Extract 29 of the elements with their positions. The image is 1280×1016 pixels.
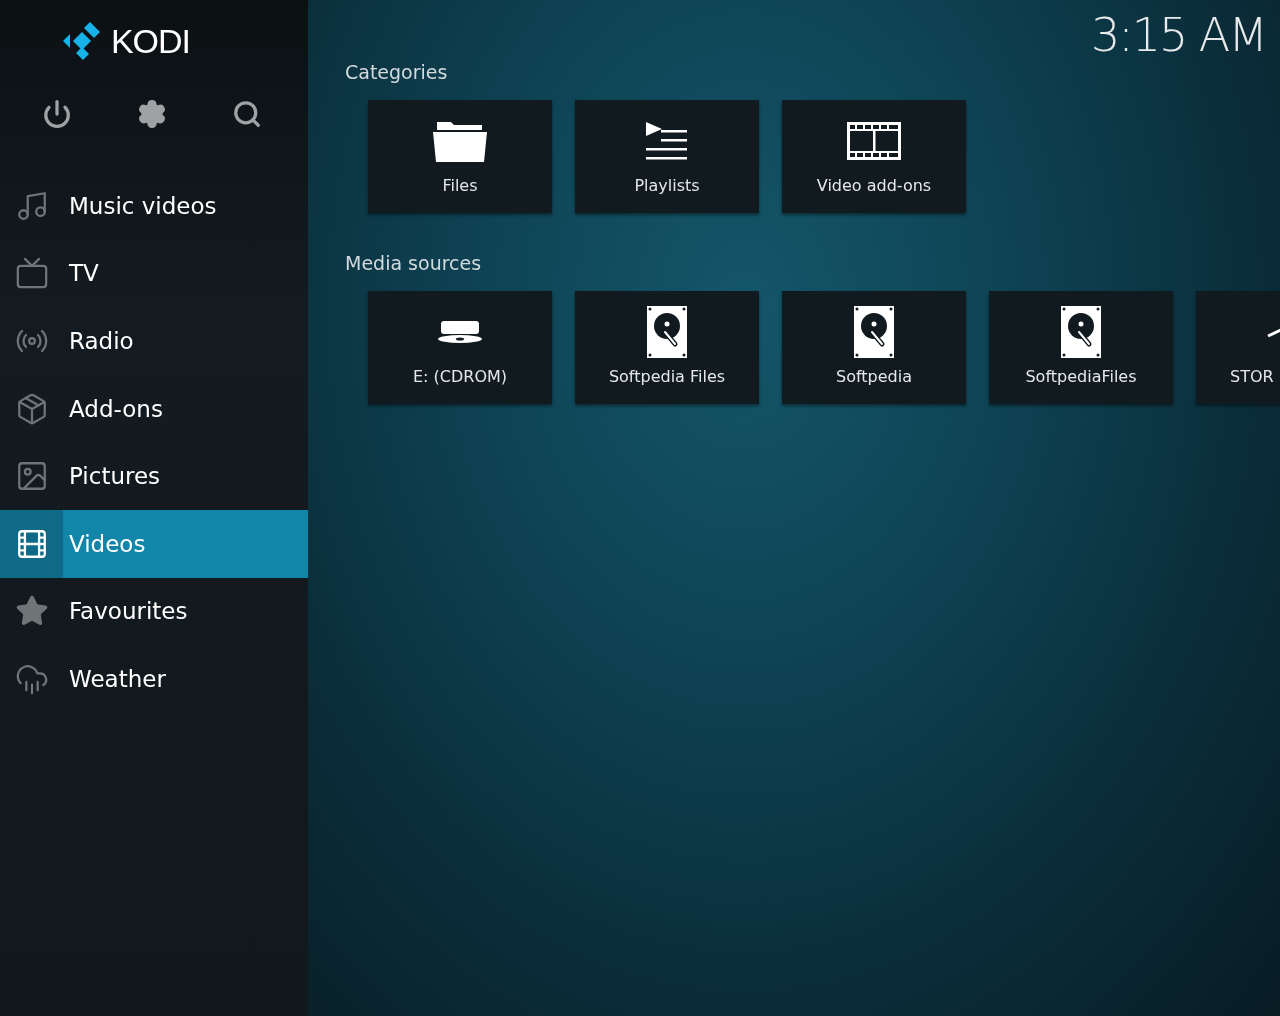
menu-item[interactable]: Music videos: [0, 172, 308, 240]
disc-icon: [437, 320, 483, 344]
tile[interactable]: Softpedia Files: [575, 291, 759, 404]
diamond-logo-icon: [62, 22, 103, 60]
tile[interactable]: Playlists: [575, 100, 759, 213]
menu-item[interactable]: Weather: [0, 645, 308, 713]
menu-item[interactable]: Pictures: [0, 442, 308, 510]
section-title: Media sources: [345, 252, 482, 274]
menu-item[interactable]: Radio: [0, 307, 308, 375]
clock-text: 3:15 AM: [1090, 8, 1266, 62]
tile[interactable]: Files: [368, 100, 552, 213]
hard-drive-icon: [854, 306, 894, 358]
menu-item[interactable]: Videos: [0, 509, 308, 578]
hard-drive-icon: [1061, 306, 1101, 358]
hard-drive-icon: [647, 306, 687, 358]
playlist-icon: [644, 121, 690, 161]
tv-icon: [14, 256, 49, 291]
line-icon: [1267, 326, 1280, 338]
tile[interactable]: E: (CDROM): [368, 291, 552, 404]
tile[interactable]: Video add-ons: [782, 100, 966, 213]
film-strip-icon: [847, 122, 901, 160]
menu-item[interactable]: Favourites: [0, 577, 308, 646]
tile[interactable]: STOR: [1196, 291, 1280, 404]
tile[interactable]: SoftpediaFiles: [989, 291, 1173, 404]
logo-text: KODI: [110, 21, 191, 61]
tile[interactable]: Softpedia: [782, 291, 966, 404]
menu-item[interactable]: Add-ons: [0, 374, 308, 443]
menu-item[interactable]: TV: [0, 239, 308, 308]
section-title: Categories: [345, 61, 448, 83]
